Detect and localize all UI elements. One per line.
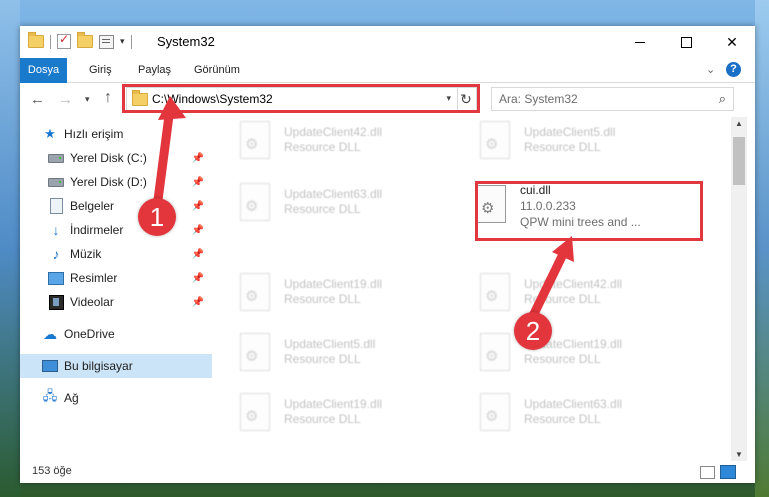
arrow-2 — [527, 243, 571, 323]
arrow-1-head — [158, 96, 186, 120]
step-marker-1: 1 — [138, 198, 176, 236]
arrow-1 — [153, 103, 175, 205]
annotation-arrows — [153, 96, 574, 323]
step-marker-2: 2 — [514, 312, 552, 350]
